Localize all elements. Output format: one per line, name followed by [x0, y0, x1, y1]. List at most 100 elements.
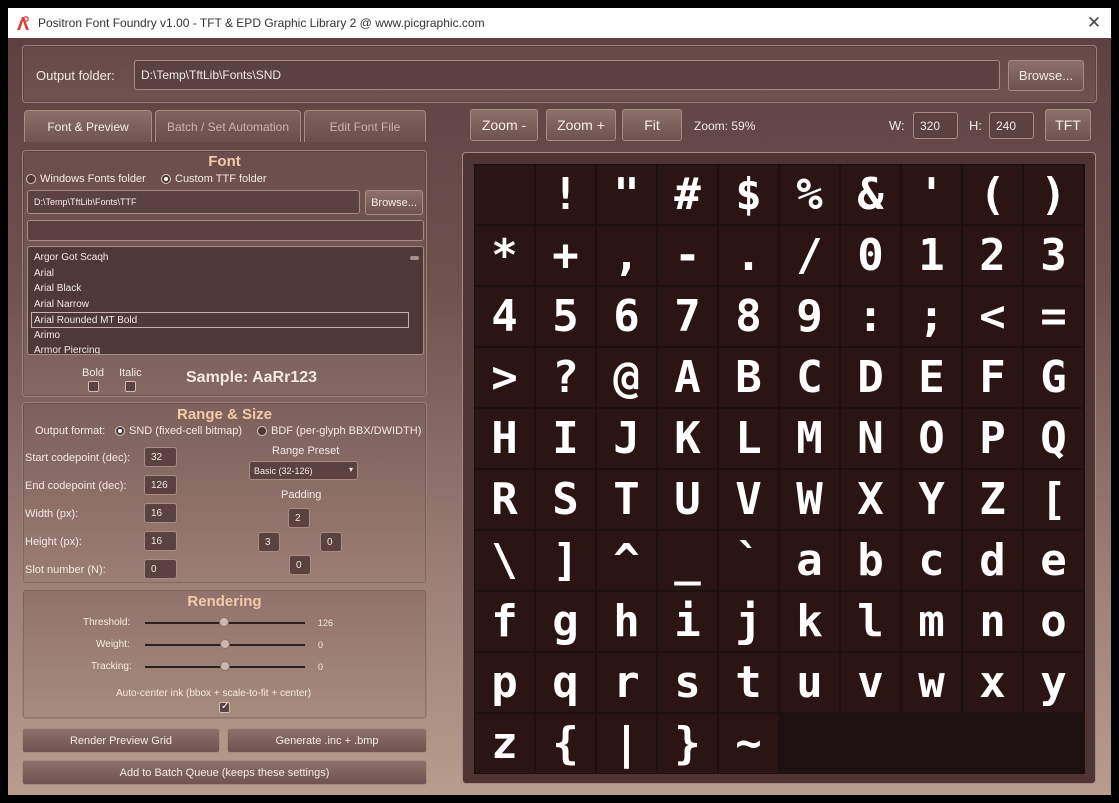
bdf-format-radio[interactable]	[257, 426, 267, 436]
font-search-input[interactable]	[27, 220, 424, 241]
glyph-cell[interactable]: x	[963, 653, 1022, 712]
glyph-cell[interactable]: K	[658, 409, 717, 468]
glyph-cell[interactable]: 1	[902, 226, 961, 285]
weight-slider[interactable]	[220, 639, 230, 649]
glyph-cell[interactable]: c	[902, 531, 961, 590]
glyph-cell[interactable]: T	[597, 470, 656, 529]
glyph-cell[interactable]: (	[963, 165, 1022, 224]
list-item[interactable]: Arial Black	[28, 281, 423, 297]
close-icon[interactable]: ✕	[1083, 12, 1105, 34]
glyph-cell[interactable]: G	[1024, 348, 1083, 407]
glyph-cell[interactable]: >	[475, 348, 534, 407]
glyph-cell[interactable]: h	[597, 592, 656, 651]
glyph-cell[interactable]: 6	[597, 287, 656, 346]
glyph-cell[interactable]: 4	[475, 287, 534, 346]
glyph-cell[interactable]: y	[1024, 653, 1083, 712]
tracking-slider[interactable]	[220, 661, 230, 671]
glyph-cell[interactable]: 7	[658, 287, 717, 346]
glyph-cell[interactable]: t	[719, 653, 778, 712]
glyph-cell[interactable]: /	[780, 226, 839, 285]
glyph-preview-grid[interactable]: ! " # $% & '() * +, -./0 1 2 3 4 5 6 7 8 9:; < = >? @ A B C D E F G H…	[474, 164, 1085, 774]
glyph-cell[interactable]: m	[902, 592, 961, 651]
glyph-cell[interactable]: $	[719, 165, 778, 224]
glyph-cell[interactable]: C	[780, 348, 839, 407]
glyph-cell[interactable]: #	[658, 165, 717, 224]
glyph-cell[interactable]: ,	[597, 226, 656, 285]
glyph-cell[interactable]: <	[963, 287, 1022, 346]
glyph-cell[interactable]: ?	[536, 348, 595, 407]
glyph-cell[interactable]: ;	[902, 287, 961, 346]
glyph-cell[interactable]: H	[475, 409, 534, 468]
glyph-cell[interactable]: N	[841, 409, 900, 468]
glyph-cell[interactable]: D	[841, 348, 900, 407]
glyph-cell[interactable]: R	[475, 470, 534, 529]
font-list[interactable]: Argor Got Scaqh Arial Arial Black Arial …	[27, 246, 424, 355]
glyph-cell[interactable]: _	[658, 531, 717, 590]
glyph-cell[interactable]: I	[536, 409, 595, 468]
glyph-cell[interactable]: 0	[841, 226, 900, 285]
glyph-cell[interactable]: a	[780, 531, 839, 590]
glyph-cell[interactable]: W	[780, 470, 839, 529]
glyph-cell[interactable]: =	[1024, 287, 1083, 346]
ttf-browse-button[interactable]: Browse...	[365, 190, 423, 215]
glyph-cell[interactable]: r	[597, 653, 656, 712]
padding-bottom-input[interactable]: 0	[289, 555, 311, 575]
glyph-cell[interactable]: u	[780, 653, 839, 712]
list-item[interactable]: Arimo	[28, 328, 423, 344]
glyph-cell[interactable]: "	[597, 165, 656, 224]
glyph-cell[interactable]: o	[1024, 592, 1083, 651]
output-folder-input[interactable]: D:\Temp\TftLib\Fonts\SND	[134, 60, 1000, 90]
tab-batch-automation[interactable]: Batch / Set Automation	[155, 110, 301, 142]
glyph-cell[interactable]: X	[841, 470, 900, 529]
snd-format-label[interactable]: SND (fixed-cell bitmap)	[129, 425, 242, 437]
list-item[interactable]: Argor Got Scaqh	[28, 250, 423, 266]
list-item[interactable]: Armor Piercing	[28, 343, 423, 354]
snd-format-radio[interactable]	[115, 426, 125, 436]
canvas-height-input[interactable]: 240	[989, 112, 1034, 139]
glyph-cell[interactable]: {	[536, 714, 595, 773]
output-browse-button[interactable]: Browse...	[1008, 60, 1084, 91]
glyph-cell[interactable]: ~	[719, 714, 778, 773]
glyph-cell[interactable]	[475, 165, 534, 224]
glyph-cell[interactable]: %	[780, 165, 839, 224]
glyph-cell[interactable]: P	[963, 409, 1022, 468]
render-preview-button[interactable]: Render Preview Grid	[22, 728, 220, 753]
glyph-cell[interactable]: d	[963, 531, 1022, 590]
glyph-cell[interactable]: :	[841, 287, 900, 346]
italic-checkbox[interactable]	[125, 381, 136, 392]
glyph-cell[interactable]: +	[536, 226, 595, 285]
glyph-cell[interactable]: 2	[963, 226, 1022, 285]
glyph-cell[interactable]: \	[475, 531, 534, 590]
glyph-cell[interactable]: L	[719, 409, 778, 468]
end-codepoint-input[interactable]: 126	[144, 475, 177, 495]
glyph-cell[interactable]: V	[719, 470, 778, 529]
list-item-selected[interactable]: Arial Rounded MT Bold	[31, 312, 409, 328]
custom-ttf-label[interactable]: Custom TTF folder	[175, 173, 267, 185]
autocenter-checkbox[interactable]	[219, 701, 230, 713]
threshold-slider[interactable]	[219, 617, 229, 627]
glyph-cell[interactable]: 9	[780, 287, 839, 346]
add-batch-button[interactable]: Add to Batch Queue (keeps these settings…	[22, 760, 427, 785]
glyph-cell[interactable]: 5	[536, 287, 595, 346]
tab-font-preview[interactable]: Font & Preview	[24, 110, 152, 142]
glyph-cell[interactable]: q	[536, 653, 595, 712]
glyph-cell[interactable]: j	[719, 592, 778, 651]
glyph-cell[interactable]: .	[719, 226, 778, 285]
glyph-cell[interactable]: z	[475, 714, 534, 773]
padding-left-input[interactable]: 3	[258, 532, 280, 552]
glyph-cell[interactable]: [	[1024, 470, 1083, 529]
glyph-cell[interactable]: |	[597, 714, 656, 773]
font-list-scrollbar[interactable]	[410, 256, 419, 260]
glyph-cell[interactable]: 8	[719, 287, 778, 346]
glyph-cell[interactable]: p	[475, 653, 534, 712]
glyph-cell[interactable]: i	[658, 592, 717, 651]
glyph-cell[interactable]: w	[902, 653, 961, 712]
glyph-cell[interactable]: ]	[536, 531, 595, 590]
glyph-cell[interactable]: &	[841, 165, 900, 224]
canvas-width-input[interactable]: 320	[913, 112, 958, 139]
padding-right-input[interactable]: 0	[320, 532, 342, 552]
generate-button[interactable]: Generate .inc + .bmp	[227, 728, 427, 753]
glyph-cell[interactable]: k	[780, 592, 839, 651]
windows-fonts-label[interactable]: Windows Fonts folder	[40, 173, 146, 185]
glyph-cell[interactable]: @	[597, 348, 656, 407]
